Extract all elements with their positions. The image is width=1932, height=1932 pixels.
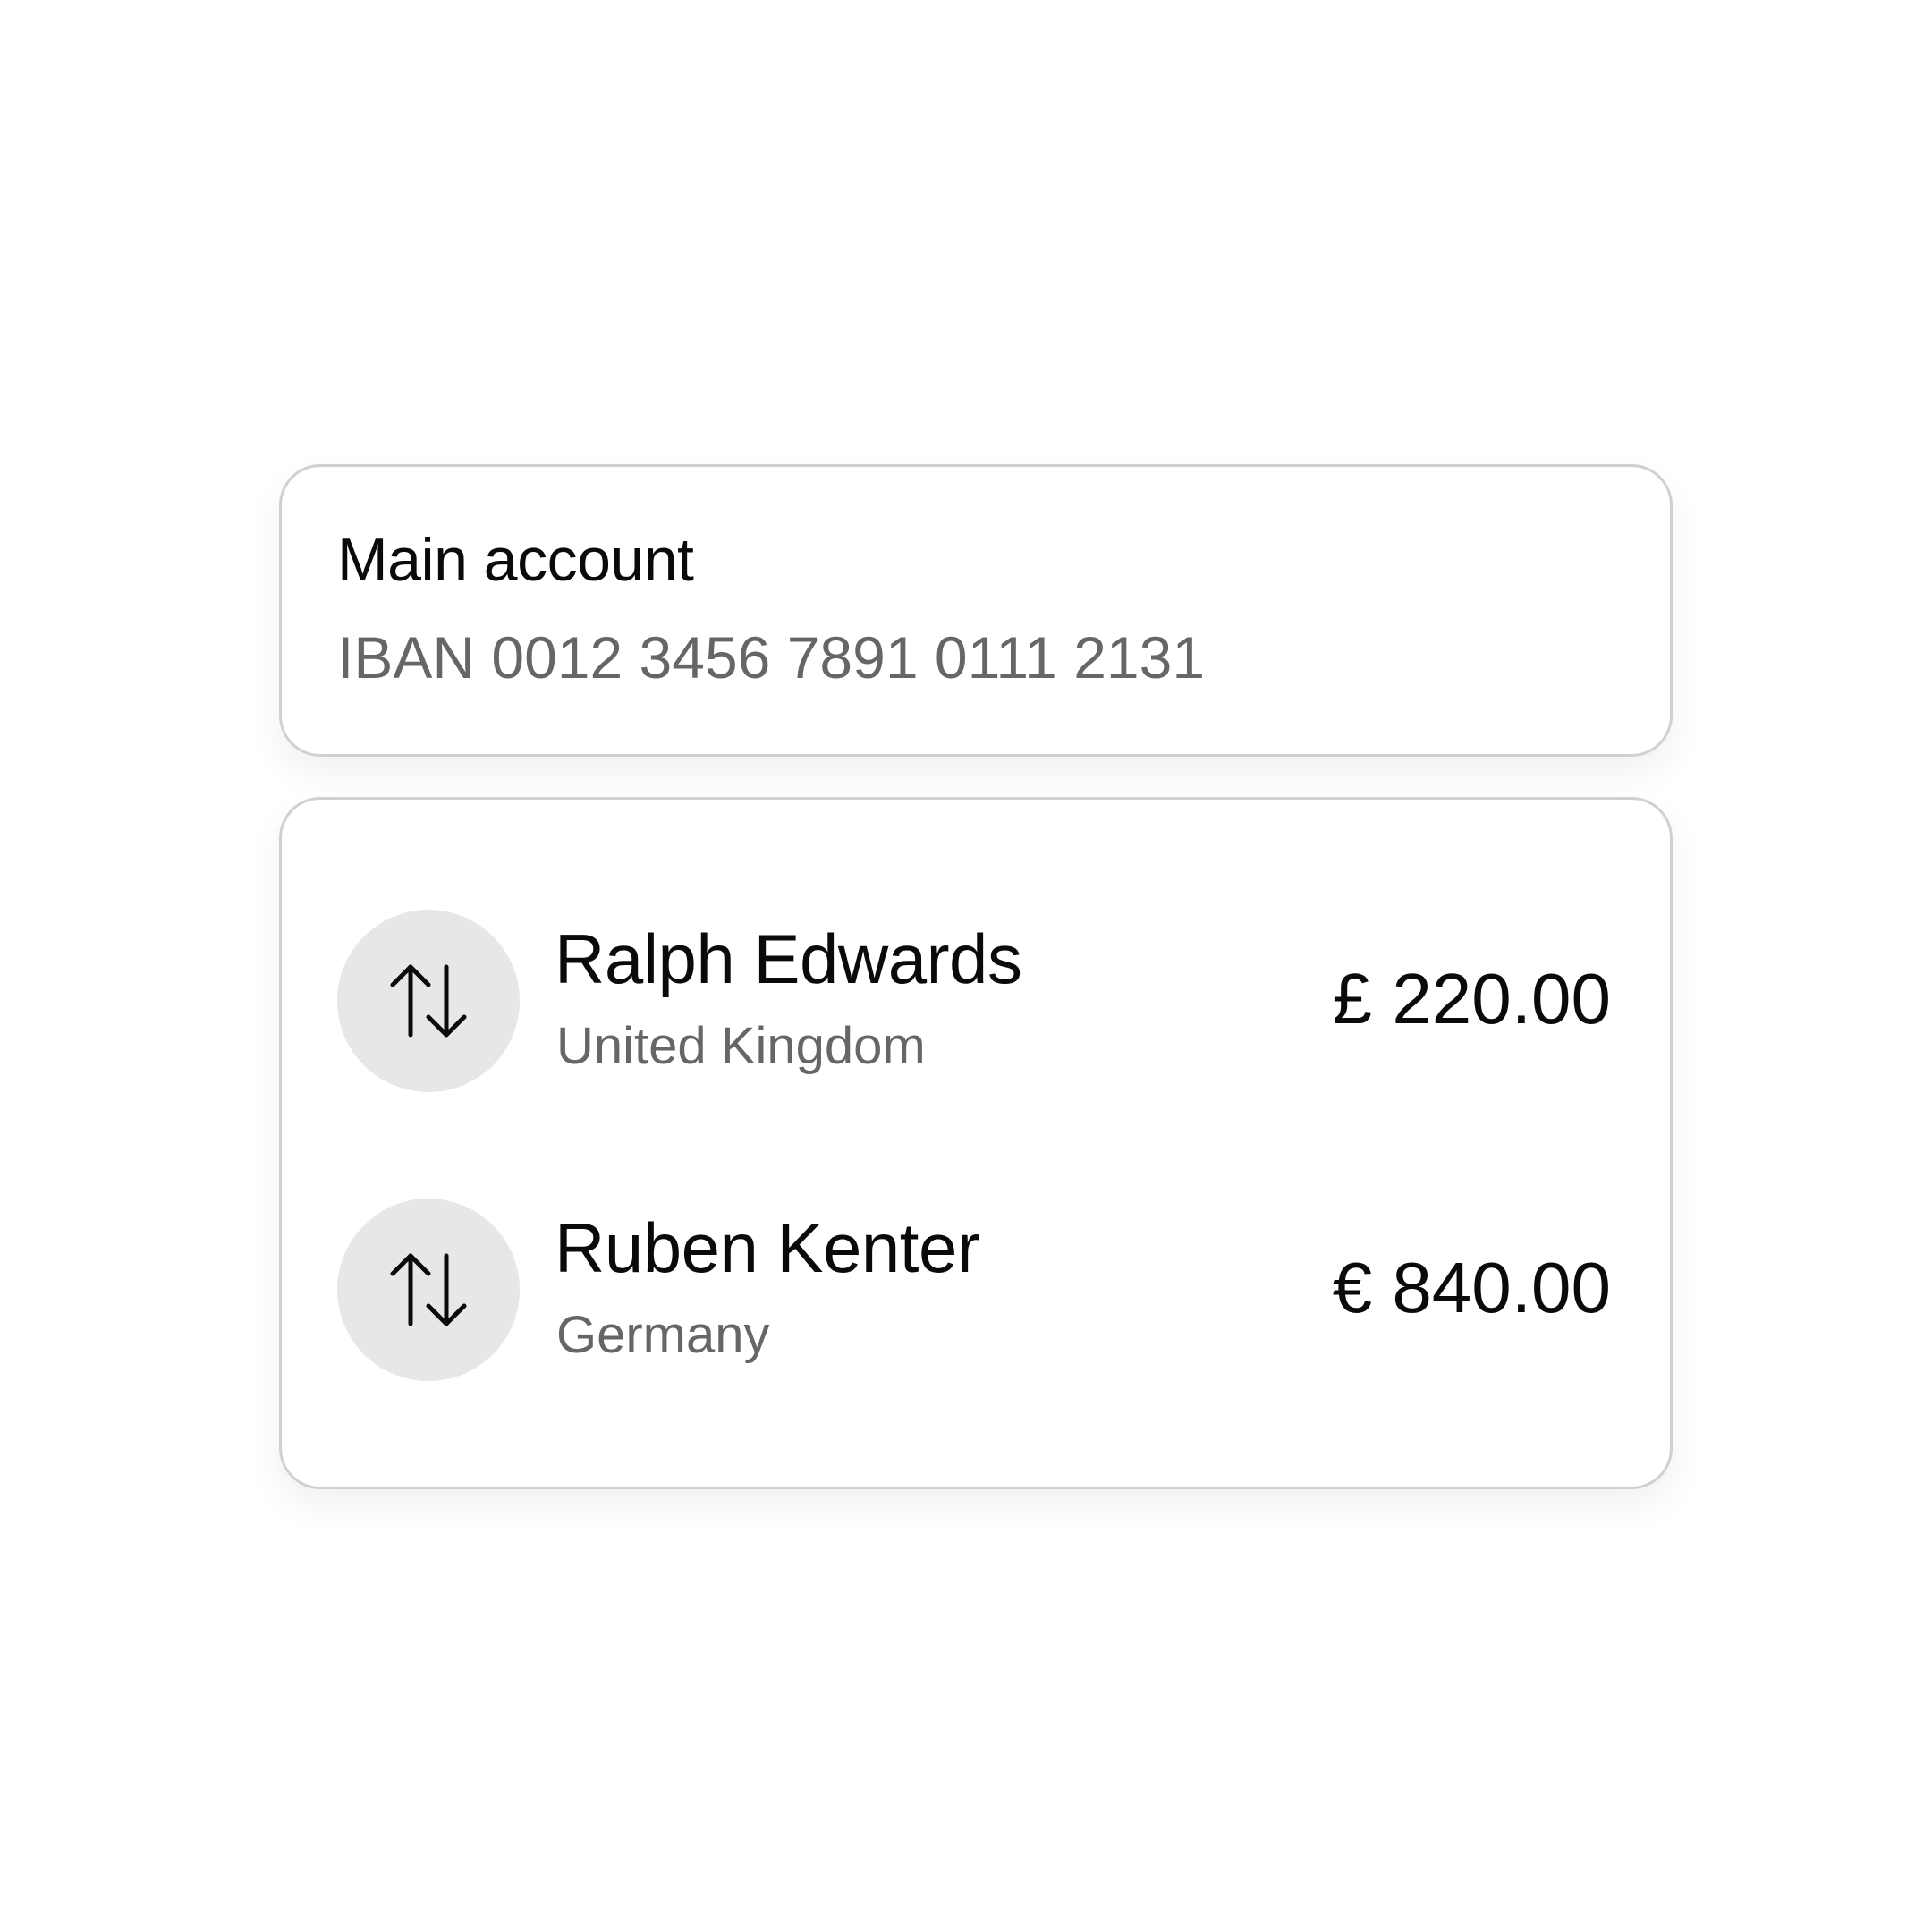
transaction-amount: € 840.00 <box>1332 1248 1611 1327</box>
account-card[interactable]: Main account IBAN 0012 3456 7891 0111 21… <box>279 464 1673 757</box>
transaction-country: Germany <box>556 1306 770 1364</box>
transaction-country: United Kingdom <box>556 1017 926 1075</box>
transfer-arrows-icon <box>337 910 520 1092</box>
transaction-amount: £ 220.00 <box>1332 959 1611 1038</box>
account-title: Main account <box>337 526 694 594</box>
transaction-row[interactable]: Ralph Edwards United Kingdom £ 220.00 <box>282 910 1670 1094</box>
transaction-name: Ruben Kenter <box>555 1208 980 1287</box>
account-iban: IBAN 0012 3456 7891 0111 2131 <box>337 624 1206 691</box>
transfer-arrows-icon <box>337 1199 520 1381</box>
transactions-card: Ralph Edwards United Kingdom £ 220.00 Ru… <box>279 797 1673 1489</box>
transaction-row[interactable]: Ruben Kenter Germany € 840.00 <box>282 1199 1670 1383</box>
transaction-name: Ralph Edwards <box>555 919 1022 998</box>
